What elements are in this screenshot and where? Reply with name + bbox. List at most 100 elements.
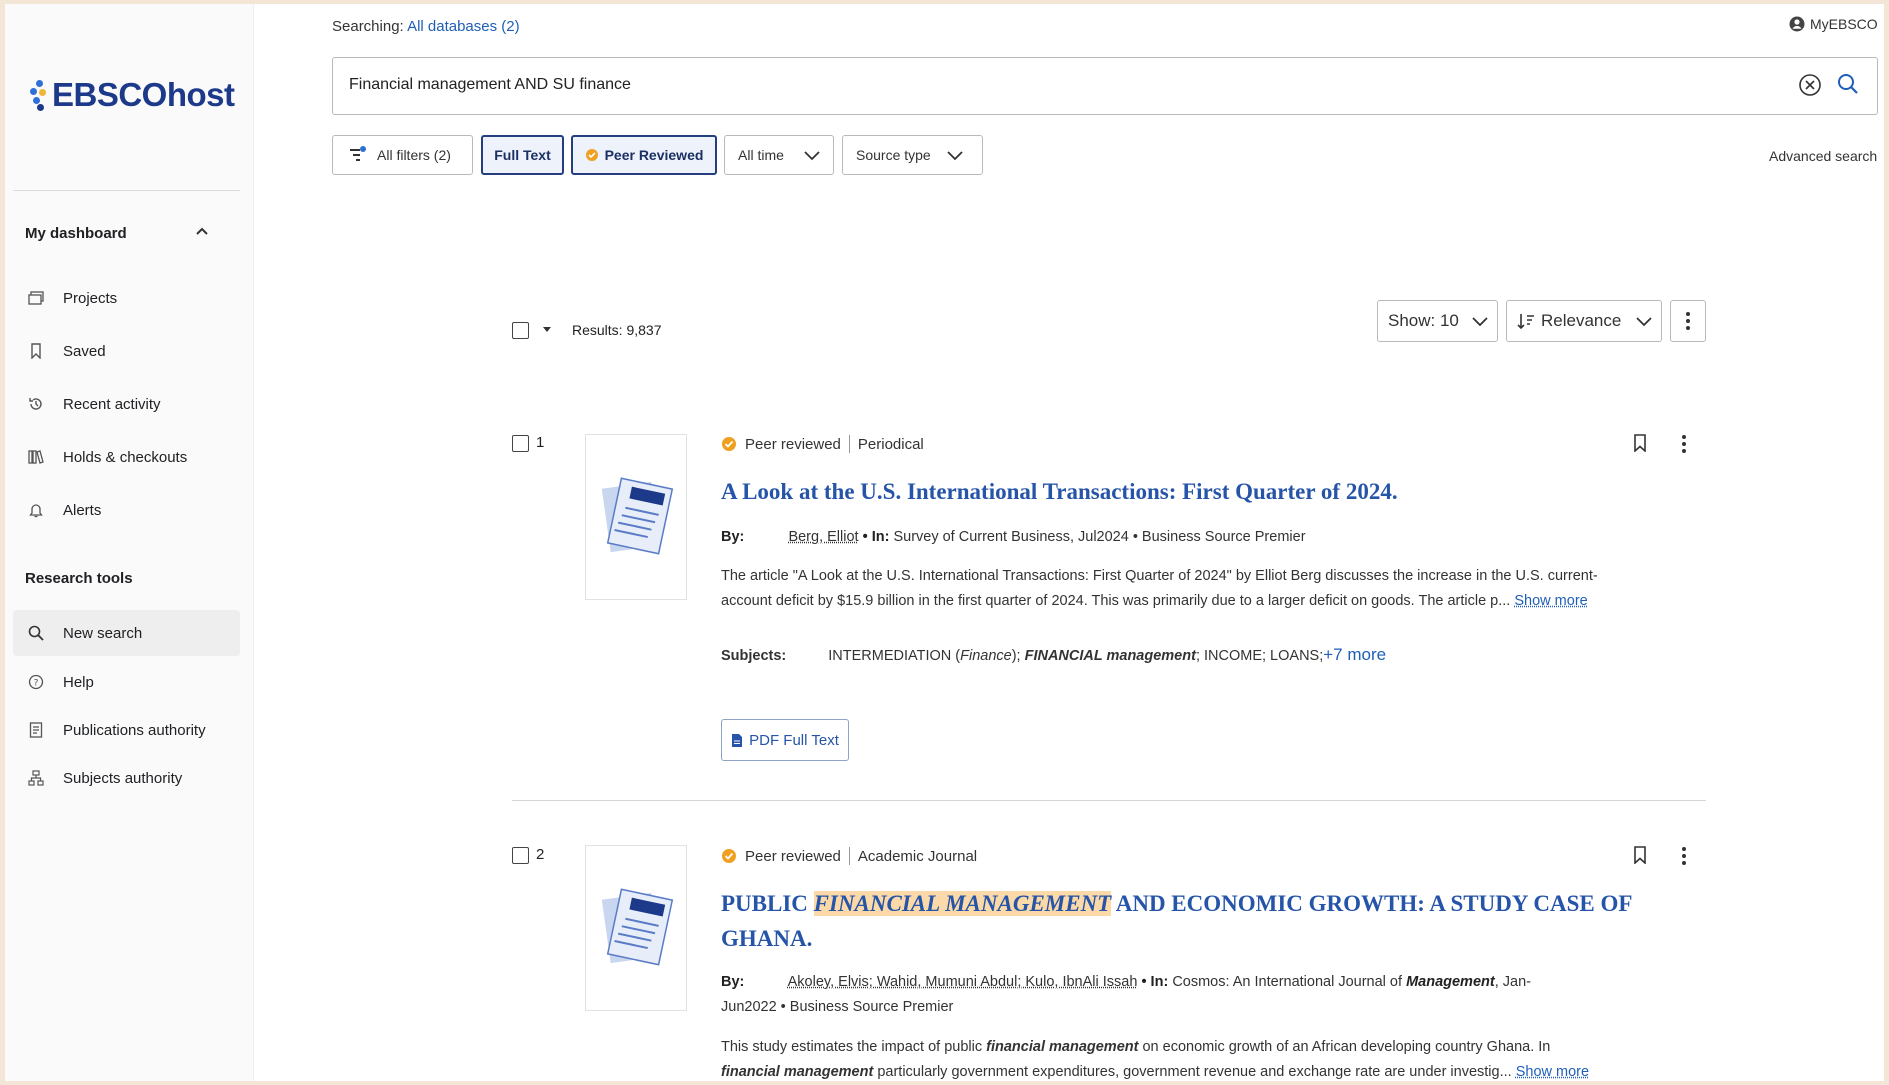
select-menu-caret-icon[interactable] [542, 326, 552, 334]
sidebar-item-holds-checkouts[interactable]: Holds & checkouts [13, 434, 240, 480]
result-title-link[interactable]: A Look at the U.S. International Transac… [721, 474, 1681, 509]
chevron-up-icon[interactable] [195, 226, 209, 236]
peer-reviewed-label: Peer Reviewed [604, 147, 704, 163]
searching-scope: Searching: All databases (2) [332, 18, 520, 35]
result-meta: Peer reviewed Academic Journal [721, 847, 977, 865]
pdf-full-text-button[interactable]: PDF Full Text [721, 719, 849, 761]
sidebar-item-label: Alerts [63, 501, 102, 519]
time-filter-dropdown[interactable]: All time [724, 135, 834, 175]
result-select-checkbox[interactable] [512, 847, 529, 864]
bookmark-icon[interactable] [1633, 434, 1647, 452]
bell-icon [25, 502, 47, 518]
sidebar-item-subjects-authority[interactable]: Subjects authority [13, 755, 240, 801]
journal-icon [601, 888, 674, 966]
sidebar-item-saved[interactable]: Saved [13, 328, 240, 374]
chevron-down-icon [804, 151, 820, 161]
full-text-filter-chip[interactable]: Full Text [481, 135, 564, 175]
results-options-button[interactable] [1670, 300, 1706, 342]
sort-dropdown[interactable]: Relevance [1506, 300, 1662, 342]
sidebar-item-label: Help [63, 673, 94, 691]
help-icon: ? [25, 674, 47, 690]
periodical-icon [601, 477, 674, 555]
meta-separator [848, 435, 850, 453]
books-icon [25, 449, 47, 465]
publication-icon [25, 722, 47, 738]
title-highlight: FINANCIAL MANAGEMENT [813, 891, 1112, 916]
result-byline: By: Akoley, Elvis; Wahid, Mumuni Abdul; … [721, 970, 1581, 1020]
bookmark-icon[interactable] [1633, 846, 1647, 864]
sidebar: EBSCOhost My dashboard Projects Saved Re… [5, 4, 254, 1081]
abstract-text: particularly government expenditures, go… [877, 1064, 1512, 1080]
results-per-page-label: Show: 10 [1388, 311, 1459, 330]
sidebar-item-publications-authority[interactable]: Publications authority [13, 707, 240, 753]
result-select-checkbox[interactable] [512, 435, 529, 452]
more-vertical-icon [1686, 312, 1690, 330]
all-filters-label: All filters (2) [377, 147, 451, 163]
show-more-link[interactable]: Show more [1514, 593, 1587, 609]
search-input[interactable]: Financial management AND SU finance [332, 57, 1878, 115]
myebsco-account-link[interactable]: MyEBSCO [1789, 16, 1878, 32]
app-window: EBSCOhost My dashboard Projects Saved Re… [5, 4, 1884, 1081]
full-text-label: Full Text [494, 147, 551, 163]
select-all-checkbox[interactable] [512, 322, 529, 339]
author-links[interactable]: Akoley, Elvis; Wahid, Mumuni Abdul; Kulo… [788, 974, 1138, 990]
publication-type: Academic Journal [857, 847, 978, 865]
publication-type: Periodical [857, 435, 924, 453]
pdf-file-icon [732, 733, 743, 747]
source-text: , Jan- [1494, 974, 1531, 990]
more-subjects-link[interactable]: +7 more [1323, 645, 1386, 664]
subjects-label: Subjects: [721, 648, 787, 664]
svg-text:?: ? [34, 679, 39, 689]
results-per-page-dropdown[interactable]: Show: 10 [1377, 300, 1498, 342]
sidebar-item-label: Projects [63, 289, 118, 307]
peer-reviewed-label: Peer reviewed [745, 847, 841, 865]
logo-mark-icon [30, 80, 48, 111]
search-submit-icon[interactable] [1836, 72, 1860, 96]
by-label: By: [721, 974, 745, 990]
sidebar-item-help[interactable]: ? Help [13, 659, 240, 705]
source-emphasis: Management [1406, 974, 1495, 990]
sidebar-item-projects[interactable]: Projects [13, 275, 240, 321]
hierarchy-icon [25, 770, 47, 786]
chevron-down-icon [1472, 317, 1488, 327]
searching-label: Searching: [332, 18, 404, 35]
sidebar-item-new-search[interactable]: New search [13, 610, 240, 656]
source-type-label: Source type [856, 147, 931, 163]
abstract-text: This study estimates the impact of publi… [721, 1039, 983, 1055]
abstract-text: The article "A Look at the U.S. Internat… [721, 568, 1598, 609]
source-text: Jun2022 • Business Source Premier [721, 999, 954, 1015]
title-text: PUBLIC [721, 891, 808, 916]
by-label: By: [721, 529, 745, 545]
databases-link[interactable]: All databases (2) [407, 18, 520, 35]
result-thumbnail[interactable] [585, 434, 687, 600]
sidebar-item-recent-activity[interactable]: Recent activity [13, 381, 240, 427]
more-vertical-icon[interactable] [1681, 846, 1687, 866]
subject-link[interactable]: INTERMEDIATION ( [828, 648, 960, 664]
result-thumbnail[interactable] [585, 845, 687, 1011]
results-count: Results: 9,837 [572, 322, 662, 338]
subject-link[interactable]: FINANCIAL management [1025, 648, 1196, 664]
in-label: • In: [1141, 974, 1169, 990]
clear-search-icon[interactable] [1798, 73, 1822, 97]
result-title-link[interactable]: PUBLIC FINANCIAL MANAGEMENT AND ECONOMIC… [721, 886, 1681, 956]
sidebar-dashboard-heading[interactable]: My dashboard [25, 225, 127, 242]
source-type-dropdown[interactable]: Source type [842, 135, 983, 175]
more-vertical-icon[interactable] [1681, 434, 1687, 454]
search-query-text: Financial management AND SU finance [349, 76, 631, 93]
sidebar-item-alerts[interactable]: Alerts [13, 487, 240, 533]
subject-emphasis: Finance [960, 648, 1012, 664]
bookmark-icon [25, 343, 47, 359]
subject-link[interactable]: ; INCOME; LOANS; [1196, 648, 1323, 664]
peer-reviewed-filter-chip[interactable]: Peer Reviewed [571, 135, 717, 175]
result-abstract: This study estimates the impact of publi… [721, 1035, 1651, 1081]
sidebar-item-label: New search [63, 624, 143, 642]
history-icon [25, 396, 47, 412]
advanced-search-link[interactable]: Advanced search [1769, 148, 1877, 164]
ebsco-logo[interactable]: EBSCOhost [30, 76, 235, 114]
sidebar-research-tools-heading: Research tools [25, 570, 133, 587]
meta-separator [848, 847, 850, 865]
all-filters-button[interactable]: All filters (2) [332, 135, 473, 175]
author-link[interactable]: Berg, Elliot [788, 529, 858, 545]
peer-reviewed-badge-icon [585, 149, 598, 161]
show-more-link[interactable]: Show more [1516, 1064, 1589, 1080]
